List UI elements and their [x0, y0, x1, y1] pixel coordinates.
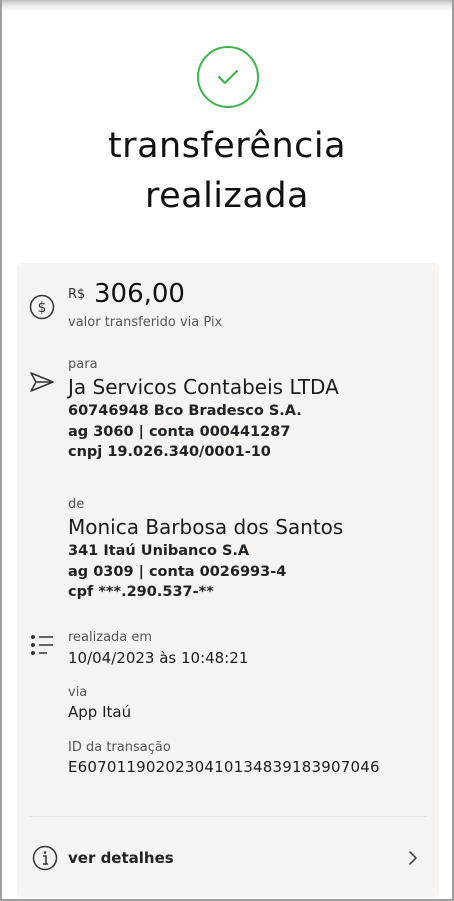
chevron-right-icon	[409, 851, 417, 865]
amount-currency: R$	[68, 287, 86, 302]
check-circle-icon	[197, 46, 259, 108]
info-icon	[32, 845, 58, 871]
via-value: App Itaú	[68, 703, 132, 721]
sender-account: ag 0309 | conta 0026993-4	[68, 564, 287, 580]
recipient-bank: 60746948 Bco Bradesco S.A.	[68, 403, 302, 419]
amount-value: 306,00	[94, 279, 185, 309]
dollar-circle-icon: $	[29, 294, 55, 320]
list-icon	[31, 635, 53, 655]
sender-label: de	[68, 497, 85, 512]
sender-name: Monica Barbosa dos Santos	[68, 515, 344, 539]
view-details-button[interactable]: ver detalhes	[17, 835, 439, 879]
page-title-line1: transferência	[107, 126, 347, 166]
sender-bank: 341 Itaú Unibanco S.A	[68, 543, 250, 559]
transaction-id-label: ID da transação	[68, 740, 171, 755]
view-details-label: ver detalhes	[68, 849, 174, 867]
amount-caption: valor transferido via Pix	[68, 315, 223, 330]
recipient-account: ag 3060 | conta 000441287	[68, 424, 291, 440]
via-label: via	[68, 685, 88, 700]
recipient-document: cnpj 19.026.340/0001-10	[68, 444, 271, 460]
svg-text:$: $	[38, 300, 47, 316]
card-divider	[29, 816, 427, 817]
recipient-name: Ja Servicos Contabeis LTDA	[68, 375, 339, 399]
transaction-id-value: E6070119020230410134839183907046	[68, 758, 380, 776]
send-icon	[30, 372, 54, 392]
date-value: 10/04/2023 às 10:48:21	[68, 649, 249, 667]
page-title-line2: realizada	[144, 176, 310, 216]
date-label: realizada em	[68, 630, 153, 645]
transfer-receipt-card: $ R$ 306,00 valor transferido via Pix pa…	[17, 263, 439, 898]
top-shadow-bar	[0, 0, 454, 12]
recipient-label: para	[68, 357, 98, 372]
sender-document: cpf ***.290.537-**	[68, 584, 214, 600]
